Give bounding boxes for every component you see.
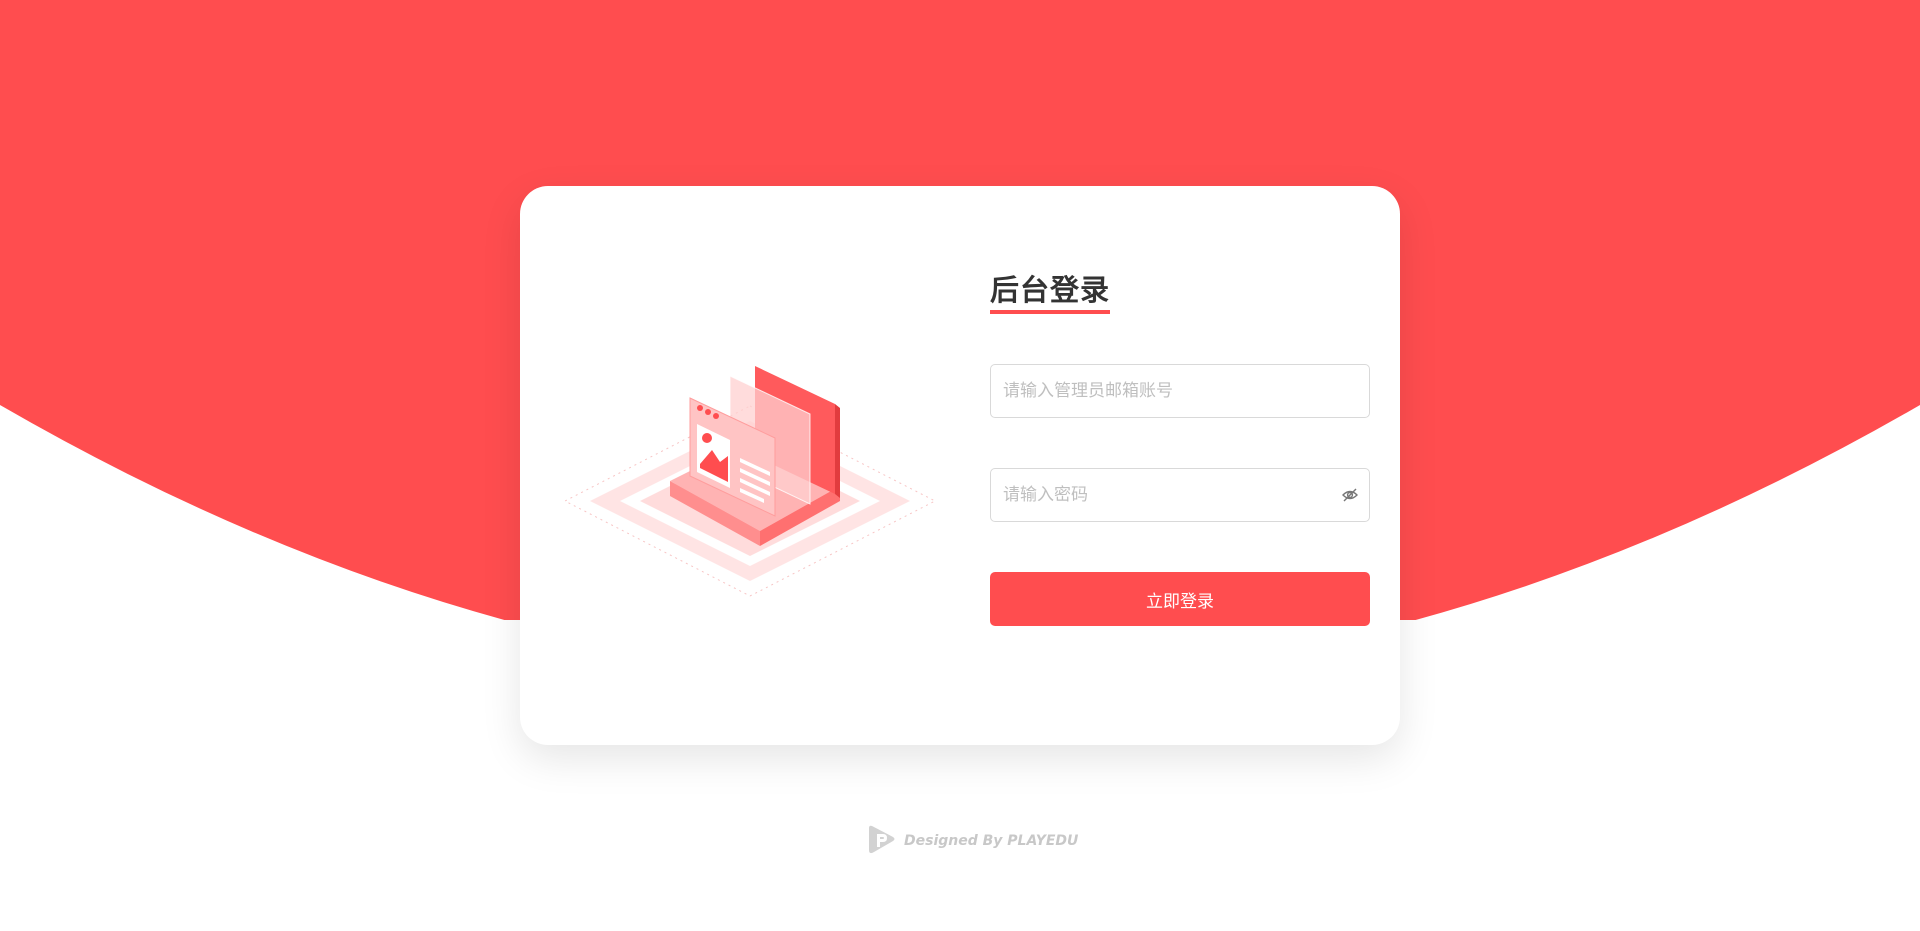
login-card: 后台登录 立即登录 [520, 186, 1400, 745]
footer-credit: Designed By PLAYEDU [904, 833, 1079, 849]
footer: Designed By PLAYEDU [866, 825, 1078, 857]
login-page: 后台登录 立即登录 Designed By PLAYEDU [0, 0, 1920, 931]
email-field[interactable] [990, 364, 1370, 418]
isometric-browser-window-illustration [563, 366, 937, 597]
password-field[interactable] [990, 468, 1370, 522]
login-form: 后台登录 立即登录 [990, 272, 1370, 626]
eye-invisible-icon[interactable] [1341, 486, 1359, 504]
password-input[interactable] [991, 469, 1369, 521]
login-button[interactable]: 立即登录 [990, 572, 1370, 626]
login-title: 后台登录 [990, 272, 1111, 314]
playedu-logo-icon [869, 825, 895, 854]
email-input[interactable] [991, 365, 1369, 417]
